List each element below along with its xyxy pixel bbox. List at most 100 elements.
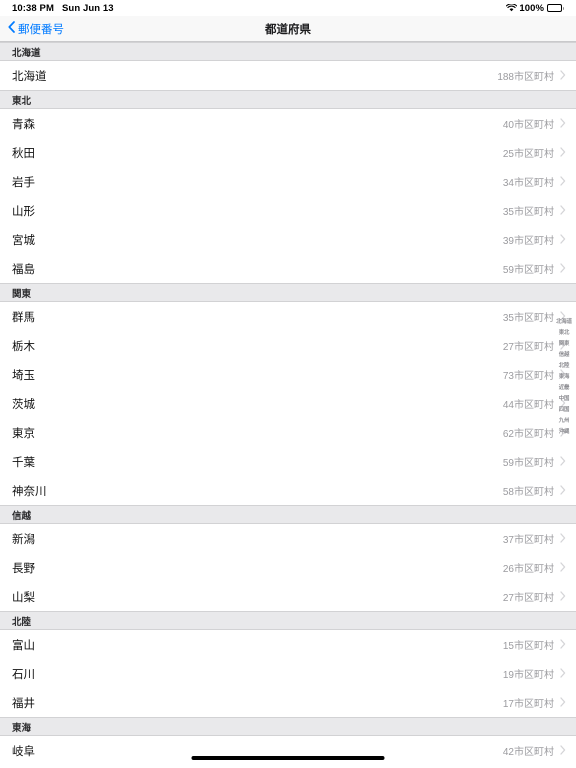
navigation-bar: 郵便番号 都道府県	[0, 16, 576, 42]
chevron-right-icon	[560, 202, 566, 220]
battery-full-icon	[547, 4, 564, 12]
chevron-right-icon	[560, 588, 566, 606]
chevron-right-icon	[560, 173, 566, 191]
list-item[interactable]: 北海道 188市区町村	[0, 61, 576, 90]
list-item-detail: 26市区町村	[502, 564, 554, 575]
prefecture-list[interactable]: 北海道 北海道 188市区町村 東北 青森 40市区町村 秋田 25市区町村 岩手 34市区町村山…	[0, 42, 576, 768]
chevron-right-icon	[560, 742, 566, 760]
chevron-right-icon	[560, 665, 566, 683]
list-item[interactable]: 埼玉 73市区町村	[0, 360, 576, 389]
list-item-title: 千葉	[12, 456, 35, 469]
list-item-detail: 40市区町村	[502, 120, 554, 131]
list-item-detail: 58市区町村	[502, 487, 554, 498]
status-bar-right: 100%	[506, 3, 564, 14]
list-item-title: 長野	[12, 562, 35, 575]
section-index-item[interactable]: 東海	[559, 374, 570, 380]
section-index-item[interactable]: 四国	[559, 407, 570, 413]
list-item[interactable]: 岐阜 42市区町村	[0, 736, 576, 765]
list-item[interactable]: 青森 40市区町村	[0, 109, 576, 138]
list-item[interactable]: 富山 15市区町村	[0, 630, 576, 659]
list-item[interactable]: 岩手 34市区町村	[0, 167, 576, 196]
list-item[interactable]: 長野 26市区町村	[0, 553, 576, 582]
section-header: 東海	[0, 717, 576, 736]
section-header: 東北	[0, 90, 576, 109]
section-index-item[interactable]: 関東	[559, 341, 570, 347]
list-item-title: 福島	[12, 263, 35, 276]
section-index-item[interactable]: 信越	[559, 352, 570, 358]
list-item-title: 新潟	[12, 533, 35, 546]
list-item-detail: 62市区町村	[502, 429, 554, 440]
section-index-item[interactable]: 北陸	[559, 363, 570, 369]
list-item-detail: 44市区町村	[502, 400, 554, 411]
section-header: 北海道	[0, 42, 576, 61]
chevron-right-icon	[560, 530, 566, 548]
list-item[interactable]: 東京 62市区町村	[0, 418, 576, 447]
list-item-detail: 34市区町村	[502, 178, 554, 189]
list-item[interactable]: 福島 59市区町村	[0, 254, 576, 283]
list-item-detail: 25市区町村	[502, 149, 554, 160]
list-item-detail: 27市区町村	[502, 593, 554, 604]
list-item[interactable]: 石川 19市区町村	[0, 659, 576, 688]
chevron-right-icon	[560, 694, 566, 712]
chevron-right-icon	[560, 559, 566, 577]
chevron-right-icon	[560, 260, 566, 278]
list-item[interactable]: 福井 17市区町村	[0, 688, 576, 717]
section-index-item[interactable]: 中国	[559, 396, 570, 402]
list-item-detail: 59市区町村	[502, 265, 554, 276]
list-item-title: 栃木	[12, 340, 35, 353]
list-item-title: 東京	[12, 427, 35, 440]
list-item-title: 群馬	[12, 311, 35, 324]
list-item[interactable]: 秋田 25市区町村	[0, 138, 576, 167]
list-item-detail: 15市区町村	[502, 641, 554, 652]
list-item[interactable]: 茨城 44市区町村	[0, 389, 576, 418]
list-item-title: 埼玉	[12, 369, 35, 382]
chevron-right-icon	[560, 636, 566, 654]
wifi-icon	[506, 4, 518, 12]
list-item[interactable]: 宮城 39市区町村	[0, 225, 576, 254]
list-item-detail: 35市区町村	[502, 313, 554, 324]
list-item-title: 石川	[12, 668, 35, 681]
battery-percent-label: 100%	[519, 2, 545, 14]
list-item-detail: 188市区町村	[497, 72, 554, 83]
list-item-detail: 35市区町村	[502, 207, 554, 218]
chevron-right-icon	[560, 144, 566, 162]
section-index-item[interactable]: 北海道	[556, 319, 572, 325]
list-item-title: 茨城	[12, 398, 35, 411]
section-header: 北陸	[0, 611, 576, 630]
list-item[interactable]: 山形 35市区町村	[0, 196, 576, 225]
chevron-right-icon	[560, 453, 566, 471]
list-item[interactable]: 神奈川 58市区町村	[0, 476, 576, 505]
list-item-title: 岩手	[12, 176, 35, 189]
list-item[interactable]: 栃木 27市区町村	[0, 331, 576, 360]
section-header: 信越	[0, 505, 576, 524]
section-index-item[interactable]: 九州	[559, 418, 570, 424]
list-item-title: 北海道	[12, 70, 47, 83]
section-index-item[interactable]: 東北	[559, 330, 570, 336]
list-item[interactable]: 新潟 37市区町村	[0, 524, 576, 553]
section-index-item[interactable]: 近畿	[559, 385, 570, 391]
app-root: 10:38 PM Sun Jun 13 100% 郵便番号 都道府県 北海道 北…	[0, 0, 576, 768]
chevron-right-icon	[560, 115, 566, 133]
list-item[interactable]: 山梨 27市区町村	[0, 582, 576, 611]
list-item-detail: 37市区町村	[502, 535, 554, 546]
home-indicator	[191, 756, 385, 760]
list-item-title: 青森	[12, 118, 35, 131]
list-item-detail: 17市区町村	[502, 699, 554, 710]
section-header: 関東	[0, 283, 576, 302]
section-index[interactable]: 北海道東北関東信越北陸東海近畿中国四国九州沖縄	[553, 319, 575, 435]
list-item-title: 秋田	[12, 147, 35, 160]
list-item-title: 山形	[12, 205, 35, 218]
list-item-detail: 73市区町村	[502, 371, 554, 382]
list-item-detail: 27市区町村	[502, 342, 554, 353]
list-item-detail: 39市区町村	[502, 236, 554, 247]
list-item-title: 神奈川	[12, 485, 47, 498]
list-item[interactable]: 群馬 35市区町村	[0, 302, 576, 331]
list-item[interactable]: 千葉 59市区町村	[0, 447, 576, 476]
list-item-title: 富山	[12, 639, 35, 652]
section-index-item[interactable]: 沖縄	[559, 429, 570, 435]
status-bar: 10:38 PM Sun Jun 13 100%	[0, 0, 576, 16]
chevron-right-icon	[560, 67, 566, 85]
status-bar-date: Sun Jun 13	[62, 2, 114, 14]
list-item-detail: 59市区町村	[502, 458, 554, 469]
page-title: 都道府県	[265, 23, 311, 36]
